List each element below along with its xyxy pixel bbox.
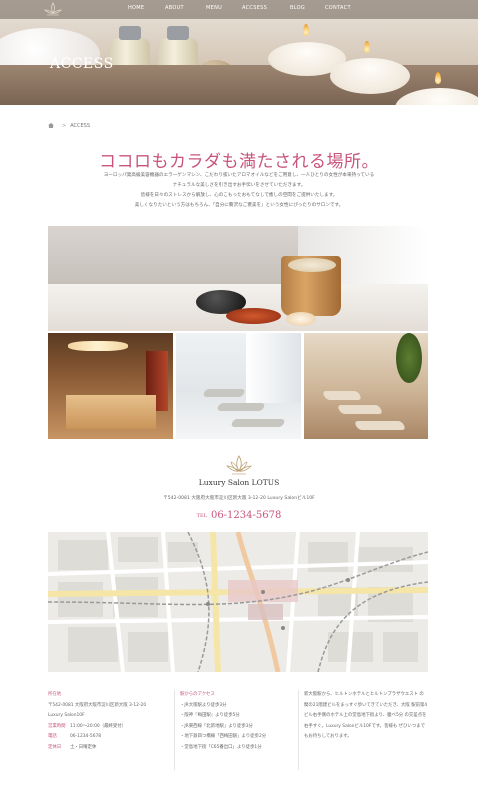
intro-line: ナチュラルな美しさを引き出すお手伝いをさせていただきます。 <box>172 183 306 188</box>
map-canvas[interactable] <box>48 532 428 672</box>
lounge-chair <box>321 391 363 400</box>
nav-contact[interactable]: CONTACT <box>325 5 351 11</box>
detail-value: 06-1234-5678 <box>70 734 102 739</box>
breadcrumb-current: ACCESS <box>70 123 91 129</box>
ceiling-light <box>68 341 128 351</box>
detail-row: 営業時間 11:00～20:00（最終受付） <box>48 722 176 733</box>
column-divider <box>298 690 299 770</box>
wooden-tub <box>66 395 156 429</box>
detail-value: Luxury Salon10F <box>48 713 85 718</box>
tealight-candle <box>286 312 316 326</box>
nav-blog[interactable]: BLOG <box>290 5 305 11</box>
nav-about[interactable]: ABOUT <box>165 5 184 11</box>
detail-row: Luxury Salon10F <box>48 711 176 722</box>
direction-item: ・JR東西線「北新地駅」より徒歩3分 <box>180 723 253 729</box>
intro-line: ヨーロッパ発高級美容機器のエラーゲンマシン、こだわり抜いたアロマオイルなどをご用… <box>103 173 375 178</box>
lotus-logo-icon[interactable] <box>43 2 63 16</box>
white-lounge-photo <box>176 333 301 439</box>
breadcrumb-separator: > <box>62 123 67 129</box>
direction-item: ・阪神『梅田駅』より徒歩5分 <box>180 713 240 718</box>
sauna-room-photo <box>48 333 173 439</box>
lounge-chair <box>230 419 286 427</box>
detail-value: 〒542-0081 大阪府大阪市淀川区新大阪 3-12-20 <box>48 702 147 708</box>
detail-row: 電話 06-1234-5678 <box>48 732 176 743</box>
lounge-chair <box>216 403 266 411</box>
page-headline: ココロもカラダも満たされる場所。 <box>99 152 379 172</box>
access-directions: 駅からのアクセス ・JR大阪駅より徒歩3分 ・阪神『梅田駅』より徒歩5分 ・JR… <box>180 690 295 753</box>
salon-tel: TEL 06-1234-5678 <box>0 505 478 524</box>
candle-flame <box>364 41 370 53</box>
detail-value: 11:00～20:00（最終受付） <box>70 723 127 729</box>
detail-label: 所在地 <box>48 692 62 697</box>
detail-label: 営業時間 <box>48 723 66 729</box>
salon-name: Luxury Salon LOTUS <box>198 478 280 487</box>
direction-item: ・地下鉄四つ橋線「西梅田駅」より徒歩2分 <box>180 734 267 739</box>
intro-text: ヨーロッパ発高級美容機器のエラーゲンマシン、こだわり抜いたアロマオイルなどをご用… <box>0 171 478 211</box>
candle-flame <box>303 24 309 36</box>
directions-heading: 駅からのアクセス <box>180 692 215 697</box>
nav-access[interactable]: ACCSESS <box>242 5 267 11</box>
detail-row: 〒542-0081 大阪府大阪市淀川区新大阪 3-12-20 <box>48 701 176 712</box>
column-divider <box>174 690 175 770</box>
detail-label: 定休日 <box>48 744 62 750</box>
tel-number[interactable]: 06-1234-5678 <box>211 510 281 521</box>
detail-row: 所在地 <box>48 690 176 701</box>
direction-item: ・JR大阪駅より徒歩3分 <box>180 702 227 708</box>
candle-image <box>330 58 410 94</box>
bath-salt <box>288 258 336 272</box>
top-nav: HOME ABOUT MENU ACCSESS BLOG CONTACT <box>0 0 478 19</box>
lounge-chair <box>353 421 407 430</box>
nav-menu[interactable]: MENU <box>206 5 222 11</box>
intro-line: 美しくなりたいという方はもちろん、「自分に贅沢なご褒美を」という女性にぴったりの… <box>134 203 344 208</box>
tel-label: TEL <box>196 512 207 519</box>
detail-label: 電話 <box>48 734 57 739</box>
route-description: 新大阪駅から、ヒルトンホテルとヒルトンプラザウエスト の間の21階建ビルをまっす… <box>304 692 428 739</box>
relax-lounge-photo <box>304 333 428 439</box>
potted-plant <box>396 333 422 383</box>
lounge-chair <box>336 405 384 414</box>
detail-value: 土・日曜定休 <box>70 744 97 750</box>
access-map[interactable] <box>48 532 428 672</box>
spa-bed-photo <box>48 226 428 331</box>
home-icon[interactable] <box>48 123 54 128</box>
breadcrumb: > ACCESS <box>48 123 90 129</box>
window-light <box>246 333 301 403</box>
salon-details: 所在地 〒542-0081 大阪府大阪市淀川区新大阪 3-12-20 Luxur… <box>48 690 176 753</box>
lotus-icon <box>226 455 252 475</box>
candle-flame <box>435 72 441 84</box>
nav-home[interactable]: HOME <box>128 5 144 11</box>
salon-logo <box>0 454 478 476</box>
detail-row: 定休日 土・日曜定休 <box>48 743 176 754</box>
salt-dish <box>226 308 281 324</box>
direction-item: ・堂島地下街「C65番出口」より徒歩1分 <box>180 744 262 750</box>
lounge-chair <box>202 389 246 397</box>
intro-line: 皆様を日々のストレスから解放し、心のこもったおもてなしで癒しの空間をご提供いたし… <box>140 193 338 198</box>
hero-title: ACCESS <box>50 56 114 72</box>
salon-address: 〒542-0081 大阪府大阪市淀川区新大阪 3-12-20 Luxury Sa… <box>163 496 315 501</box>
